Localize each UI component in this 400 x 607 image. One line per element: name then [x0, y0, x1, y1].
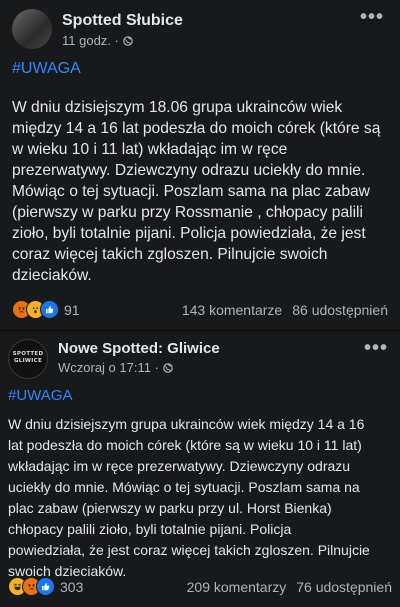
post-text-line: dzieciaków. — [12, 267, 92, 284]
avatar-logo-text: SPOTTED GLIWICE — [12, 351, 44, 364]
reaction-count[interactable]: 303 — [60, 579, 83, 595]
post-header: Spotted Słubice 11 godz. · ••• — [12, 0, 388, 50]
post-text-line: prezerwatywy. Dziewczyny odrazu uciekły … — [12, 162, 366, 179]
shares-count-link[interactable]: 86 udostępnień — [292, 302, 388, 318]
like-reaction-icon — [40, 300, 59, 319]
page-avatar[interactable]: SPOTTED GLIWICE — [8, 339, 48, 379]
page-name-link[interactable]: Nowe Spotted: Gliwice — [58, 339, 220, 359]
page-name-link[interactable]: Spotted Słubice — [62, 10, 183, 32]
post-text-line: wkładając im w ręce prezerwatywy. Dziewc… — [8, 458, 351, 474]
post-meta: Spotted Słubice 11 godz. · — [62, 9, 183, 50]
post-text-line: zioło, byli totalnie pijani. Policja pow… — [12, 225, 366, 242]
reactions-summary[interactable] — [8, 577, 55, 596]
post-text-line: między 14 a 16 lat podeszła do moich cór… — [12, 120, 381, 137]
post-meta: Nowe Spotted: Gliwice Wczoraj o 17:11 · — [58, 339, 220, 377]
reaction-count[interactable]: 91 — [64, 302, 80, 318]
hashtag-link[interactable]: #UWAGA — [12, 58, 388, 80]
post-timestamp-row: 11 godz. · — [62, 32, 183, 50]
like-reaction-icon — [36, 577, 55, 596]
reactions-summary[interactable] — [12, 300, 59, 319]
post-spotted-slubice: Spotted Słubice 11 godz. · ••• #UWAGA W … — [0, 0, 400, 330]
post-text-line: W dniu dzisiejszym grupa ukrainców wiek … — [8, 416, 365, 432]
post-text-line: lat podeszła do moich córek (które są w … — [8, 437, 362, 453]
post-timestamp-row: Wczoraj o 17:11 · — [58, 359, 220, 377]
post-timestamp[interactable]: Wczoraj o 17:11 · — [58, 359, 159, 377]
globe-icon — [163, 363, 173, 373]
more-options-icon[interactable]: ••• — [364, 338, 388, 358]
post-text-line: plac zabaw (pierwszy w parku przy ul. Ho… — [8, 500, 332, 516]
post-timestamp[interactable]: 11 godz. · — [62, 32, 119, 50]
hashtag-link[interactable]: #UWAGA — [8, 386, 392, 406]
post-text-line: w wieku 10 i 11 lat) wkładając im w ręce — [12, 141, 288, 158]
post-text-line: uciekły do mnie. Mówiąc o tej sytuacji. … — [8, 479, 360, 495]
post-text-line: Mówiąc o tej sytuacji. Poszlam sama na p… — [12, 183, 370, 200]
post-text: W dniu dzisiejszym 18.06 grupa ukrainców… — [12, 97, 388, 286]
globe-icon — [123, 36, 133, 46]
post-stats: 303 209 komentarzy 76 udostępnień — [0, 577, 400, 596]
comments-count-link[interactable]: 143 komentarze — [182, 302, 282, 318]
post-text-line: W dniu dzisiejszym 18.06 grupa ukrainców… — [12, 99, 343, 116]
post-header: SPOTTED GLIWICE Nowe Spotted: Gliwice Wc… — [8, 331, 392, 379]
post-stats: 91 143 komentarze 86 udostępnień — [0, 300, 400, 319]
post-text-line: coraz więcej takich zgloszen. Pilnujcie … — [12, 246, 328, 263]
comments-count-link[interactable]: 209 komentarzy — [187, 579, 287, 595]
post-text-line: powiedziała, że jest coraz więcej takich… — [8, 542, 370, 558]
post-text-line: (pierwszy w parku przy Rossmanie , chłop… — [12, 204, 363, 221]
post-text: W dniu dzisiejszym grupa ukrainców wiek … — [8, 414, 392, 582]
page-avatar[interactable] — [12, 9, 52, 49]
post-nowe-spotted-gliwice: SPOTTED GLIWICE Nowe Spotted: Gliwice Wc… — [0, 330, 400, 607]
post-text-line: chłopacy palili zioło, byli totalnie pij… — [8, 521, 292, 537]
more-options-icon[interactable]: ••• — [360, 7, 384, 27]
shares-count-link[interactable]: 76 udostępnień — [296, 579, 392, 595]
